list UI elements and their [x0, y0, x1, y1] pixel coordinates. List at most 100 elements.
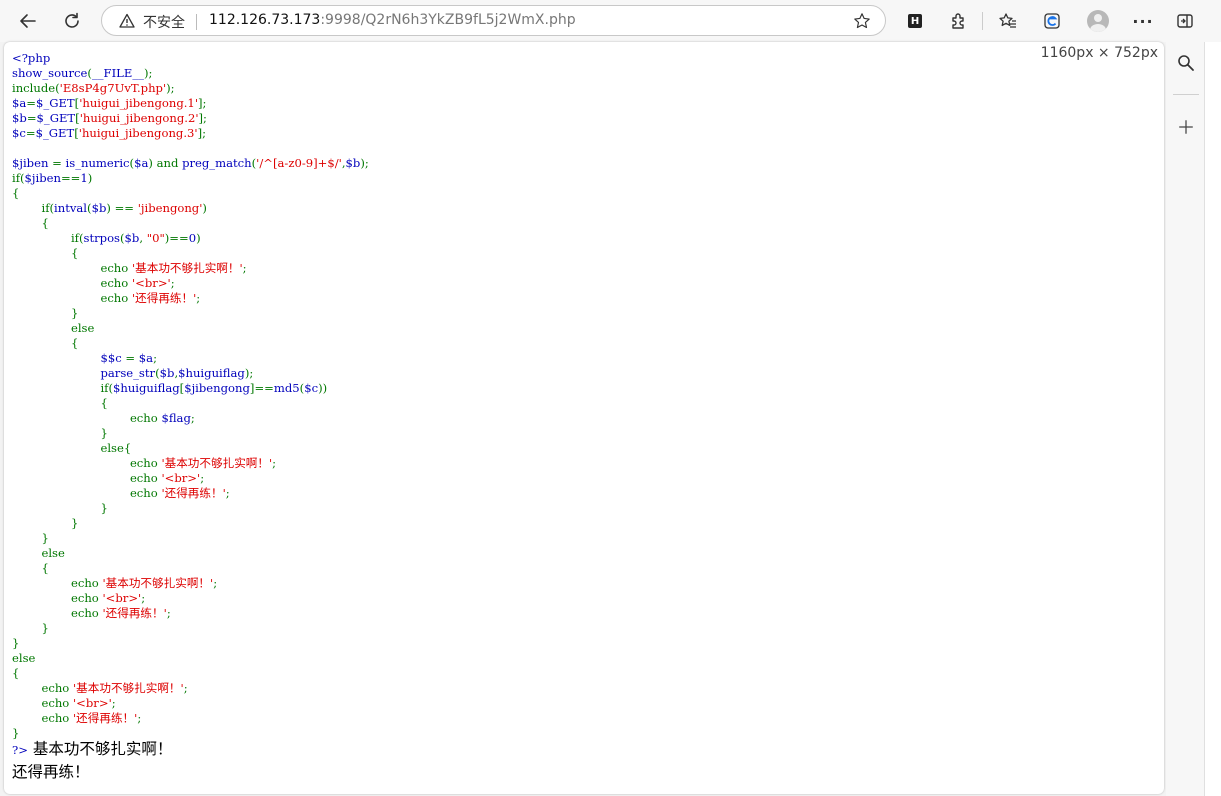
source-token: } — [12, 426, 108, 440]
source-line: { — [12, 666, 369, 681]
source-token: '<br>' — [161, 471, 201, 485]
profile-button[interactable] — [1083, 6, 1113, 36]
source-token: ; — [225, 486, 230, 500]
source-token: ) — [87, 171, 93, 185]
source-token: = — [52, 156, 66, 170]
source-line: $b=$_GET['huigui_jibengong.2']; — [12, 111, 369, 126]
security-label[interactable]: 不安全 — [143, 12, 185, 32]
source-token: ; — [166, 606, 171, 620]
source-token: ; — [141, 591, 146, 605]
back-icon — [20, 14, 36, 28]
source-token: if( — [12, 381, 113, 395]
source-token: intval — [54, 201, 88, 215]
source-line: echo '基本功不够扎实啊！'; — [12, 456, 369, 471]
source-line: parse_str($b,$huiguiflag); — [12, 366, 369, 381]
source-line: echo $flag; — [12, 411, 369, 426]
address-divider — [196, 14, 197, 30]
source-token: $c — [12, 126, 26, 140]
source-token: '基本功不够扎实啊！' — [102, 576, 214, 590]
source-line: } — [12, 426, 369, 441]
collections-button[interactable] — [1037, 6, 1067, 36]
source-token: ; — [170, 276, 175, 290]
source-token: $b — [91, 201, 107, 215]
warning-icon[interactable] — [119, 13, 135, 29]
source-line: echo '基本功不够扎实啊！'; — [12, 681, 369, 696]
source-token: ]; — [197, 126, 207, 140]
more-button[interactable]: ··· — [1128, 6, 1158, 36]
edge-sidebar — [1166, 42, 1204, 796]
source-token: $a — [138, 351, 154, 365]
source-line: if(strpos($b, "0")==0) — [12, 231, 369, 246]
source-token: echo — [12, 681, 73, 695]
profile-icon — [1087, 10, 1109, 32]
source-token: '还得再练！' — [161, 486, 226, 500]
source-token: 'huigui_jibengong.3' — [78, 126, 198, 140]
source-token: $$c — [100, 351, 126, 365]
source-line: echo '基本功不够扎实啊！'; — [12, 576, 369, 591]
source-token: $a — [134, 156, 149, 170]
php-closing-tag: ?> — [12, 743, 28, 757]
source-line: { — [12, 336, 369, 351]
source-token: { — [12, 216, 49, 230]
source-token: ; — [190, 411, 195, 425]
source-line: } — [12, 531, 369, 546]
source-token: $b — [12, 111, 27, 125]
source-token: } — [12, 531, 49, 545]
source-token: ) — [202, 201, 207, 215]
source-token: = — [125, 351, 139, 365]
viewport-dimensions: 1160px × 752px — [1040, 45, 1158, 61]
source-line: { — [12, 246, 369, 261]
sidebar-toggle-button[interactable] — [1170, 6, 1200, 36]
source-line: echo '基本功不够扎实啊！'; — [12, 261, 369, 276]
add-icon — [1179, 120, 1193, 134]
source-line: echo '还得再练！'; — [12, 711, 369, 726]
source-token: } — [12, 621, 49, 635]
source-token: ) and — [148, 156, 183, 170]
source-token: $jiben — [24, 171, 61, 185]
source-line: echo '<br>'; — [12, 471, 369, 486]
source-token: { — [12, 246, 79, 260]
source-token: ); — [244, 366, 254, 380]
source-token: if( — [12, 231, 84, 245]
source-token: $huiguiflag — [112, 381, 180, 395]
source-line: } — [12, 516, 369, 531]
back-button[interactable] — [13, 6, 43, 36]
source-line: $$c = $a; — [12, 351, 369, 366]
url-text[interactable]: 112.126.73.173:9998/Q2rN6h3YkZB9fL5j2WmX… — [209, 12, 576, 28]
source-token: { — [12, 336, 79, 350]
source-token: = — [26, 111, 37, 125]
source-token: '<br>' — [131, 276, 171, 290]
source-token: include( — [12, 81, 60, 95]
sidebar-divider — [1173, 94, 1199, 95]
address-bar[interactable]: 不安全 112.126.73.173:9998/Q2rN6h3YkZB9fL5j… — [101, 5, 886, 36]
reload-button[interactable] — [57, 6, 87, 36]
source-line: { — [12, 216, 369, 231]
extension-h-button[interactable]: H — [900, 6, 930, 36]
source-token: ; — [111, 696, 116, 710]
source-token: echo — [12, 606, 103, 620]
source-token: = — [25, 126, 36, 140]
page-viewport: 1160px × 752px <?php show_source(__FILE__… — [4, 42, 1164, 794]
source-line: else — [12, 546, 369, 561]
sidebar-search-button[interactable] — [1175, 52, 1197, 74]
source-token: ; — [200, 471, 205, 485]
source-line: $a=$_GET['huigui_jibengong.1']; — [12, 96, 369, 111]
source-token — [12, 351, 100, 365]
source-token: strpos — [83, 231, 121, 245]
source-line: else — [12, 321, 369, 336]
source-token: $_GET — [35, 126, 75, 140]
extensions-button[interactable] — [944, 6, 974, 36]
more-icon: ··· — [1132, 11, 1154, 31]
star-icon[interactable] — [853, 12, 871, 30]
source-token: echo — [12, 471, 162, 485]
source-token: $_GET — [36, 96, 75, 110]
source-token: if( — [12, 171, 25, 185]
source-token: } — [12, 636, 20, 650]
source-token: ; — [213, 576, 218, 590]
background-window-edge — [1204, 42, 1221, 796]
favorites-icon — [999, 13, 1016, 28]
favorites-button[interactable] — [993, 6, 1023, 36]
source-token: } — [12, 501, 108, 515]
source-token: } — [12, 516, 79, 530]
sidebar-add-button[interactable] — [1175, 116, 1197, 138]
